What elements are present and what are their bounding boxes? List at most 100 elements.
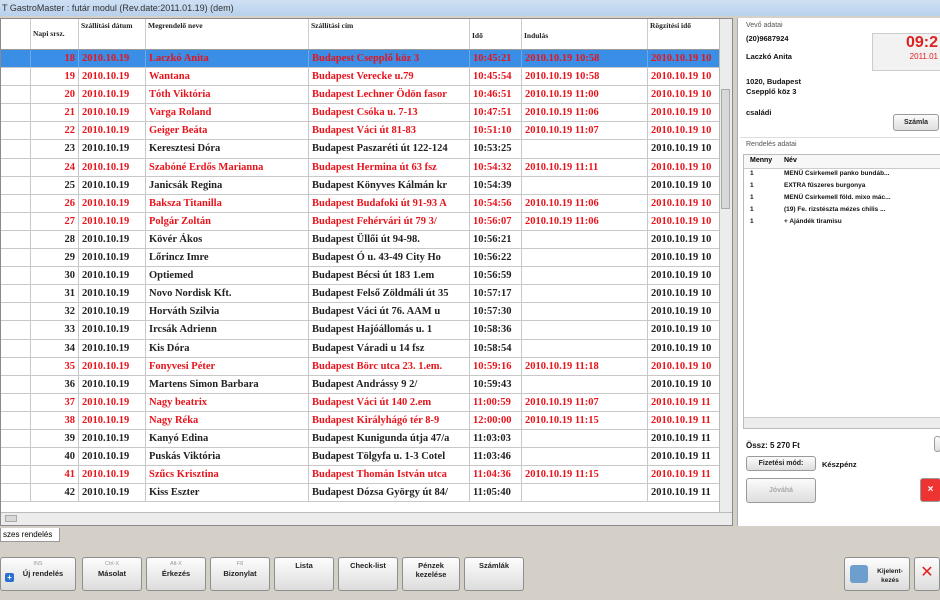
toolbar-button--j-rendel-s[interactable]: + INS Új rendelés	[0, 557, 76, 591]
table-row[interactable]: 40 2010.10.19 Puskás Viktória Budapest Tölg…	[1, 448, 721, 467]
cell-num: 19	[31, 68, 79, 86]
cell-time: 10:45:54	[470, 68, 522, 86]
header-date[interactable]: Szállítási dátum	[79, 19, 146, 49]
order-item[interactable]: 1 EXTRA fűszeres burgonya	[744, 181, 940, 193]
cell-dep	[522, 429, 648, 448]
scroll-thumb[interactable]	[5, 515, 17, 522]
cell-name: Janicsák Regina	[146, 176, 309, 194]
order-item[interactable]: 1 MENÜ Csirkemell panko bundáb...	[744, 169, 940, 181]
cell-addr: Budapest Verecke u.79	[309, 68, 470, 86]
cell-dep	[522, 176, 648, 194]
order-header-name: Név	[784, 157, 797, 164]
toolbar-button--rkez-s[interactable]: Alt-X Érkezés	[146, 557, 206, 591]
row-indicator	[1, 249, 31, 267]
confirm-button[interactable]: Jóváhá	[746, 478, 816, 503]
order-item[interactable]: 1 (19) Fe. rizstészta mézes chilis ...	[744, 205, 940, 217]
customer-phone: (20)9687924	[746, 34, 789, 43]
table-row[interactable]: 36 2010.10.19 Martens Simon Barbara Budapes…	[1, 375, 721, 394]
toolbar-button-lista[interactable]: Lista	[274, 557, 334, 591]
orders-grid[interactable]: Napi srsz. Szállítási dátum Megrendelő n…	[0, 18, 733, 526]
table-row[interactable]: 38 2010.10.19 Nagy Réka Budapest Királyhágó…	[1, 411, 721, 430]
table-row[interactable]: 23 2010.10.19 Keresztesi Dóra Budapest Pasz…	[1, 140, 721, 159]
cell-rec: 2010.10.19 10	[648, 267, 721, 285]
close-order-button[interactable]: ×	[920, 478, 940, 502]
cell-date: 2010.10.19	[79, 267, 146, 285]
cell-name: Kis Dóra	[146, 339, 309, 357]
table-row[interactable]: 26 2010.10.19 Baksza Titanilla Budapest Bud…	[1, 194, 721, 213]
cell-date: 2010.10.19	[79, 375, 146, 393]
cell-addr: Budapest Felső Zöldmáli út 35	[309, 285, 470, 303]
header-recorded[interactable]: Rögzítési idő	[648, 19, 721, 49]
table-row[interactable]: 31 2010.10.19 Novo Nordisk Kft. Budapest Fe…	[1, 285, 721, 304]
cell-num: 22	[31, 122, 79, 140]
order-item[interactable]: 1 + Ajándék tiramisu	[744, 217, 940, 229]
cell-date: 2010.10.19	[79, 357, 146, 375]
table-row[interactable]: 22 2010.10.19 Geiger Beáta Budapest Váci út…	[1, 122, 721, 141]
cell-name: Polgár Zoltán	[146, 212, 309, 230]
table-row[interactable]: 25 2010.10.19 Janicsák Regina Budapest Köny…	[1, 176, 721, 195]
table-row[interactable]: 35 2010.10.19 Fonyvesi Péter Budapest Börc …	[1, 357, 721, 376]
table-row[interactable]: 42 2010.10.19 Kiss Eszter Budapest Dózsa Gy…	[1, 484, 721, 503]
invoice-button[interactable]: Számla	[893, 114, 939, 131]
payment-method-button[interactable]: Fizetési mód:	[746, 456, 816, 471]
toolbar-button-bizonylat[interactable]: F8 Bizonylat	[210, 557, 270, 591]
cell-time: 10:57:30	[470, 303, 522, 321]
cell-date: 2010.10.19	[79, 411, 146, 429]
cell-num: 33	[31, 321, 79, 339]
table-row[interactable]: 32 2010.10.19 Horváth Szilvia Budapest Váci…	[1, 303, 721, 322]
toolbar-button-sz-ml-k[interactable]: Számlák	[464, 557, 524, 591]
cell-addr: Budapest Kunigunda útja 47/a	[309, 429, 470, 448]
cell-rec: 2010.10.19 10	[648, 140, 721, 158]
table-row[interactable]: 27 2010.10.19 Polgár Zoltán Budapest Fehérv…	[1, 212, 721, 231]
cell-num: 36	[31, 375, 79, 393]
order-items: 1 MENÜ Csirkemell panko bundáb... 1 EXTRA f…	[744, 169, 940, 229]
table-row[interactable]: 39 2010.10.19 Kanyó Edina Budapest Kunigund…	[1, 429, 721, 449]
cell-time: 10:54:32	[470, 158, 522, 176]
table-row[interactable]: 37 2010.10.19 Nagy beatrix Budapest Váci út…	[1, 393, 721, 412]
tab-all-orders[interactable]: szes rendelés	[0, 528, 60, 542]
table-row[interactable]: 29 2010.10.19 Lőrincz Imre Budapest Ó u. 43…	[1, 249, 721, 268]
table-row[interactable]: 34 2010.10.19 Kis Dóra Budapest Váradi u 14…	[1, 339, 721, 358]
table-row[interactable]: 28 2010.10.19 Kövér Ákos Budapest Üllői út …	[1, 230, 721, 250]
grid-horizontal-scrollbar[interactable]	[1, 512, 732, 525]
header-customer[interactable]: Megrendelő neve	[146, 19, 309, 49]
cell-num: 31	[31, 285, 79, 303]
table-row[interactable]: 33 2010.10.19 Ircsák Adrienn Budapest Hajóá…	[1, 321, 721, 340]
grid-header: Napi srsz. Szállítási dátum Megrendelő n…	[1, 19, 721, 50]
header-address[interactable]: Szállítási cím	[309, 19, 470, 49]
cell-date: 2010.10.19	[79, 158, 146, 176]
toolbar-button-label: Másolat	[98, 569, 126, 578]
toolbar-button-label: Érkezés	[161, 569, 191, 578]
cell-addr: Budapest Könyves Kálmán kr	[309, 176, 470, 194]
cell-name: Novo Nordisk Kft.	[146, 285, 309, 303]
cell-name: Tóth Viktória	[146, 86, 309, 104]
header-time[interactable]: Idő	[470, 19, 522, 49]
table-row[interactable]: 20 2010.10.19 Tóth Viktória Budapest Lechne…	[1, 86, 721, 105]
logout-button[interactable]: Kijelent-kezés	[844, 557, 910, 591]
table-row[interactable]: 30 2010.10.19 Optiemed Budapest Bécsi út 18…	[1, 267, 721, 286]
scroll-thumb[interactable]	[721, 89, 730, 209]
cell-dep: 2010.10.19 11:15	[522, 411, 648, 429]
table-row[interactable]: 18 2010.10.19 Laczkó Anita Budapest Csepplő…	[1, 50, 721, 69]
toolbar-button-p-nzek-kezel-se[interactable]: Pénzek kezelése	[402, 557, 460, 591]
cell-date: 2010.10.19	[79, 176, 146, 194]
exit-button[interactable]: ✕	[914, 557, 940, 591]
table-row[interactable]: 41 2010.10.19 Szűcs Krisztina Budapest Thom…	[1, 466, 721, 485]
cell-time: 10:51:10	[470, 122, 522, 140]
order-items-table[interactable]: Menny Név 1 MENÜ Csirkemell panko bundáb.…	[743, 154, 940, 429]
cell-name: Kövér Ákos	[146, 230, 309, 249]
header-depart[interactable]: Indulás	[522, 19, 648, 49]
toolbar-button-m-solat[interactable]: Ctrl-X Másolat	[82, 557, 142, 591]
order-items-scrollbar[interactable]	[744, 417, 940, 428]
cell-dep	[522, 285, 648, 303]
order-item[interactable]: 1 MENÜ Csirkemell föld. mixo mác...	[744, 193, 940, 205]
header-num[interactable]: Napi srsz.	[31, 19, 79, 49]
shortcut-hint: F8	[236, 561, 244, 567]
table-row[interactable]: 21 2010.10.19 Varga Roland Budapest Csóka u…	[1, 104, 721, 123]
table-row[interactable]: 24 2010.10.19 Szabóné Erdős Marianna Budape…	[1, 158, 721, 177]
side-toggle-button[interactable]	[934, 436, 940, 452]
table-row[interactable]: 19 2010.10.19 Wantana Budapest Verecke u.79…	[1, 68, 721, 87]
toolbar-button-check-list[interactable]: Check-list	[338, 557, 398, 591]
cell-name: Horváth Szilvia	[146, 303, 309, 321]
grid-vertical-scrollbar[interactable]	[719, 19, 732, 515]
